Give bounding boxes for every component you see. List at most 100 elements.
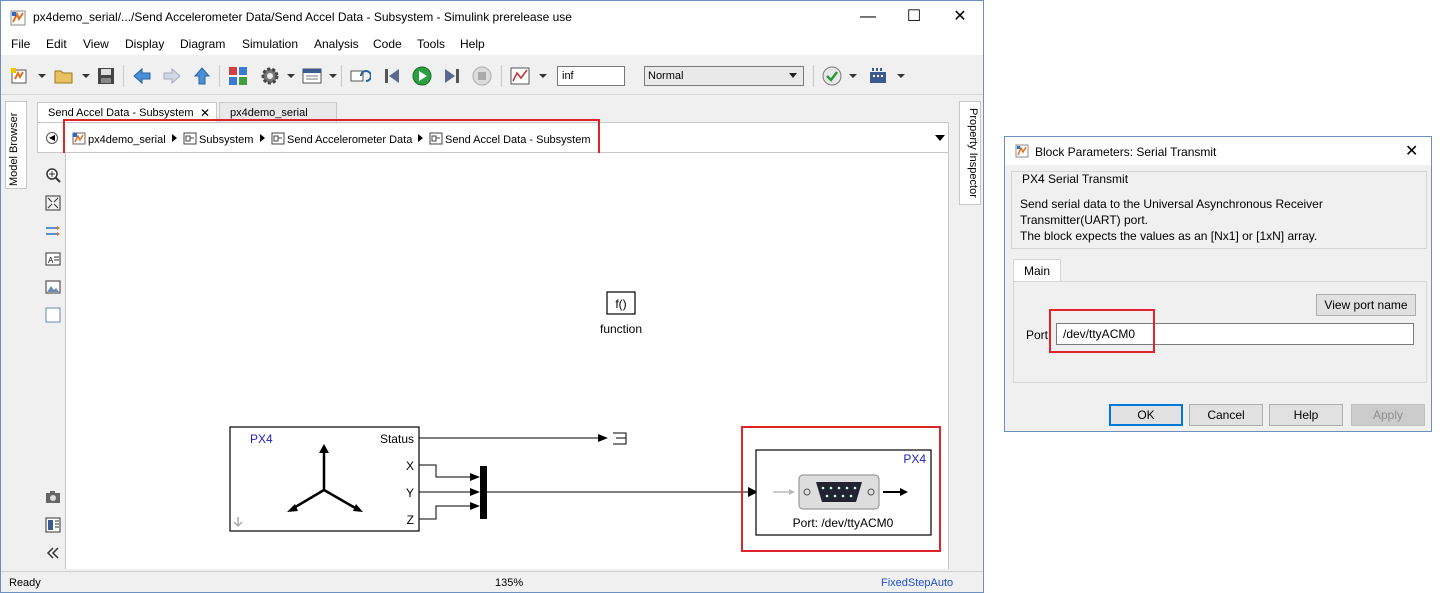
signal-lines xyxy=(419,437,748,520)
gear-icon[interactable] xyxy=(259,65,281,87)
terminator-block[interactable] xyxy=(613,432,627,445)
hardware-board-icon[interactable] xyxy=(867,65,889,87)
maximize-button[interactable]: ☐ xyxy=(891,1,937,33)
breadcrumb-send-accelerometer-data[interactable]: Send Accelerometer Data xyxy=(271,132,412,146)
up-arrow-icon[interactable] xyxy=(191,65,213,87)
port-input[interactable]: /dev/ttyACM0 xyxy=(1056,323,1414,345)
status-bar: Ready 135% FixedStepAuto xyxy=(1,571,983,592)
tab-label: Send Accel Data - Subsystem xyxy=(48,107,194,119)
annotation-icon[interactable]: A xyxy=(45,251,61,267)
chevron-down-icon[interactable] xyxy=(849,74,857,78)
block-description: Send serial data to the Universal Asynch… xyxy=(1020,196,1420,244)
accel-block-brand: PX4 xyxy=(250,432,273,446)
forward-arrow-icon[interactable] xyxy=(161,65,183,87)
model-data-icon[interactable] xyxy=(45,517,61,533)
chevron-down-icon[interactable] xyxy=(935,135,945,141)
breadcrumb-label: Send Accel Data - Subsystem xyxy=(445,134,591,146)
breadcrumb-subsystem[interactable]: Subsystem xyxy=(183,132,253,146)
fit-to-view-icon[interactable] xyxy=(45,195,61,211)
step-back-icon[interactable] xyxy=(381,65,403,87)
model-advisor-icon[interactable] xyxy=(821,65,843,87)
model-browser-tab[interactable]: Model Browser xyxy=(5,101,27,189)
step-forward-icon[interactable] xyxy=(441,65,463,87)
area-icon[interactable] xyxy=(45,307,61,323)
chevron-down-icon[interactable] xyxy=(82,74,90,78)
ok-button[interactable]: OK xyxy=(1109,404,1183,426)
model-explorer-icon[interactable] xyxy=(301,65,323,87)
chevron-down-icon[interactable] xyxy=(38,74,46,78)
hide-explorer-icon[interactable]: ◀ xyxy=(46,132,58,144)
menu-file[interactable]: File xyxy=(11,37,30,51)
collapse-palette-icon[interactable] xyxy=(45,545,61,561)
close-icon[interactable]: ✕ xyxy=(1405,141,1418,161)
scope-icon[interactable] xyxy=(509,65,531,87)
breadcrumb-separator-icon xyxy=(260,134,265,142)
block-parameters-dialog: Block Parameters: Serial Transmit ✕ PX4 … xyxy=(1004,136,1432,432)
close-icon[interactable]: ✕ xyxy=(200,103,210,123)
camera-icon[interactable] xyxy=(45,489,61,505)
cancel-button[interactable]: Cancel xyxy=(1189,404,1263,426)
mux-block[interactable] xyxy=(480,466,487,519)
library-browser-icon[interactable] xyxy=(227,65,249,87)
new-model-icon[interactable] xyxy=(9,65,31,87)
port-label-x: X xyxy=(406,459,414,473)
run-icon[interactable] xyxy=(411,65,433,87)
zoom-in-icon[interactable] xyxy=(45,167,61,183)
title-bar: px4demo_serial/.../Send Accelerometer Da… xyxy=(1,1,983,33)
explorer-bar: ◀ px4demo_serial Subsystem Send Accelero… xyxy=(37,122,949,153)
port-label-z: Z xyxy=(407,513,414,527)
menu-edit[interactable]: Edit xyxy=(46,37,67,51)
menu-analysis[interactable]: Analysis xyxy=(314,37,359,51)
hide-arrows-icon[interactable] xyxy=(45,223,61,239)
menu-help[interactable]: Help xyxy=(460,37,485,51)
tab-px4demo-serial[interactable]: px4demo_serial xyxy=(219,102,337,122)
view-port-name-button[interactable]: View port name xyxy=(1316,294,1416,316)
tab-main[interactable]: Main xyxy=(1013,259,1061,281)
stop-time-input[interactable]: inf xyxy=(557,66,625,86)
menu-display[interactable]: Display xyxy=(125,37,164,51)
breadcrumb-send-accel-data-subsystem[interactable]: Send Accel Data - Subsystem xyxy=(429,132,591,146)
help-button[interactable]: Help xyxy=(1269,404,1343,426)
accelerometer-block[interactable]: PX4 Status X Y Z xyxy=(229,426,420,532)
chevron-down-icon xyxy=(789,73,797,78)
chevron-down-icon[interactable] xyxy=(897,74,905,78)
image-icon[interactable] xyxy=(45,279,61,295)
breadcrumb-px4demo-serial[interactable]: px4demo_serial xyxy=(72,132,166,146)
chevron-down-icon[interactable] xyxy=(329,74,337,78)
simulink-window: px4demo_serial/.../Send Accelerometer Da… xyxy=(0,0,984,593)
menu-diagram[interactable]: Diagram xyxy=(180,37,225,51)
function-block[interactable]: f() function xyxy=(600,291,642,336)
update-diagram-icon[interactable] xyxy=(349,65,372,87)
block-diagram: f() function PX4 Status X Y Z PX4 Port: … xyxy=(229,291,932,536)
subsystem-icon xyxy=(183,132,197,145)
apply-button[interactable]: Apply xyxy=(1351,404,1425,426)
simulink-app-icon xyxy=(1015,144,1029,158)
minimize-button[interactable]: — xyxy=(845,1,891,33)
menu-tools[interactable]: Tools xyxy=(417,37,445,51)
model-canvas[interactable]: f() function PX4 Status X Y Z PX4 Port: … xyxy=(65,153,949,569)
subsystem-icon xyxy=(429,132,443,145)
stop-icon[interactable] xyxy=(471,65,493,87)
serial-block-brand: PX4 xyxy=(903,452,926,466)
chevron-down-icon[interactable] xyxy=(287,74,295,78)
close-window-button[interactable]: ✕ xyxy=(937,1,983,33)
port-label: Port: xyxy=(1026,328,1052,342)
menu-code[interactable]: Code xyxy=(373,37,402,51)
save-icon[interactable] xyxy=(95,65,117,87)
property-inspector-tab[interactable]: Property Inspector xyxy=(959,101,981,205)
breadcrumb-separator-icon xyxy=(172,134,177,142)
port-label-status: Status xyxy=(380,432,414,446)
toolbar: inf Normal xyxy=(1,57,983,95)
chevron-down-icon[interactable] xyxy=(539,74,547,78)
back-arrow-icon[interactable] xyxy=(131,65,153,87)
serial-transmit-block[interactable]: PX4 Port: /dev/ttyACM0 xyxy=(755,449,932,536)
menu-view[interactable]: View xyxy=(83,37,109,51)
tab-send-accel-data-subsystem[interactable]: Send Accel Data - Subsystem ✕ xyxy=(37,102,217,122)
simulation-mode-select[interactable]: Normal xyxy=(644,66,804,86)
window-title: px4demo_serial/.../Send Accelerometer Da… xyxy=(33,10,572,24)
menu-simulation[interactable]: Simulation xyxy=(242,37,298,51)
model-browser-label: Model Browser xyxy=(8,112,20,186)
solver-link[interactable]: FixedStepAuto xyxy=(881,577,953,589)
open-folder-icon[interactable] xyxy=(53,65,75,87)
dialog-title: Block Parameters: Serial Transmit xyxy=(1035,145,1217,159)
